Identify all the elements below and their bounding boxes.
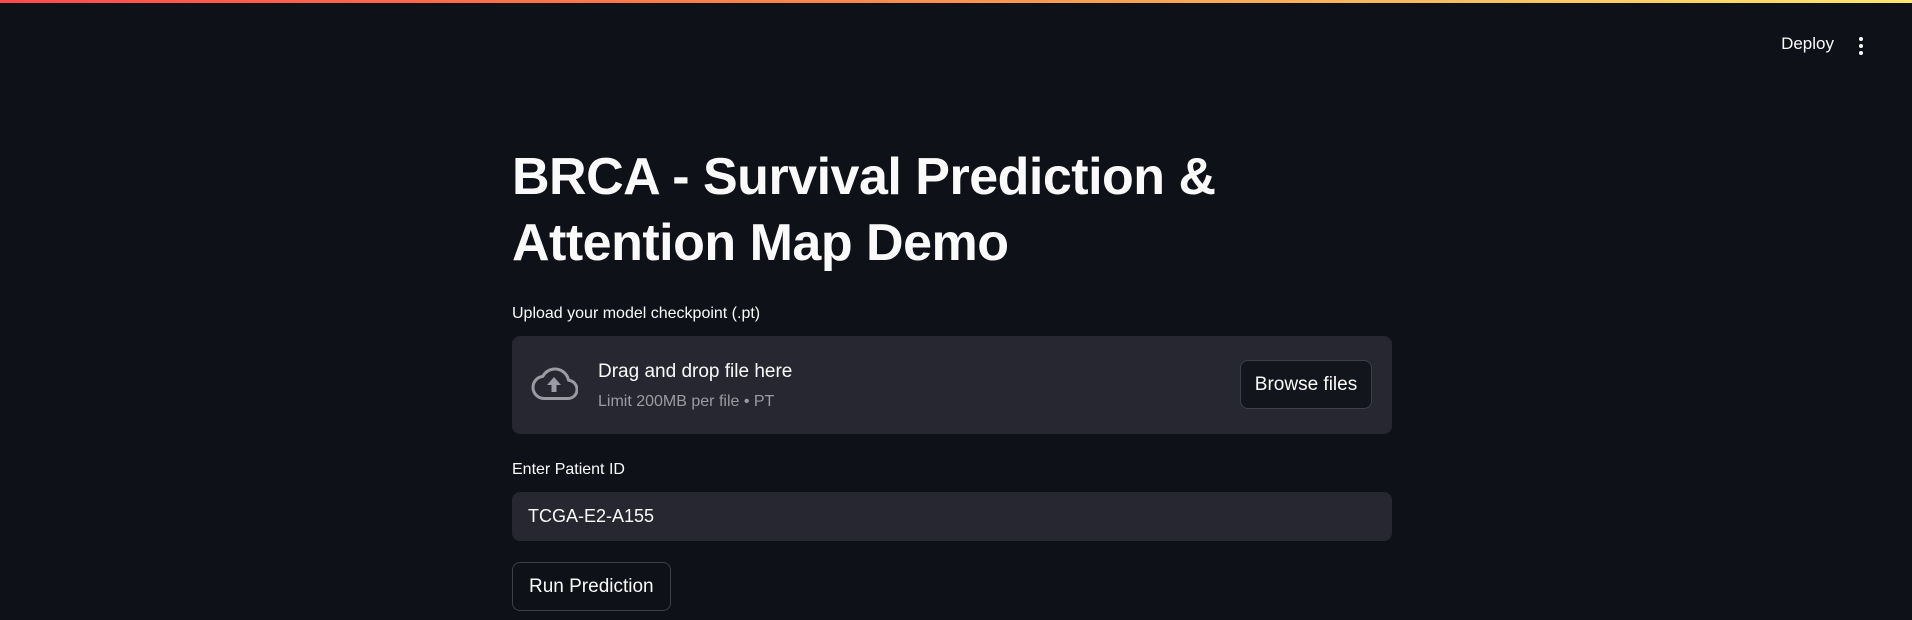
uploader-label: Upload your model checkpoint (.pt): [512, 305, 761, 322]
main-content: BRCA - Survival Prediction & Attention M…: [512, 144, 1392, 611]
app-header: Deploy: [0, 3, 1912, 93]
dropzone-text: Drag and drop file here Limit 200MB per …: [598, 360, 792, 412]
run-prediction-button[interactable]: Run Prediction: [512, 562, 671, 611]
patient-id-input[interactable]: [512, 492, 1392, 541]
patient-id-label: Enter Patient ID: [512, 461, 625, 478]
dropzone-limit: Limit 200MB per file • PT: [598, 393, 775, 410]
file-dropzone[interactable]: Drag and drop file here Limit 200MB per …: [512, 336, 1392, 434]
cloud-upload-icon: [531, 367, 578, 400]
dropzone-title: Drag and drop file here: [598, 361, 793, 382]
browse-files-button[interactable]: Browse files: [1240, 360, 1372, 409]
kebab-menu-icon[interactable]: [1853, 34, 1869, 58]
page-title: BRCA - Survival Prediction & Attention M…: [512, 148, 1216, 272]
deploy-button[interactable]: Deploy: [1781, 34, 1834, 54]
